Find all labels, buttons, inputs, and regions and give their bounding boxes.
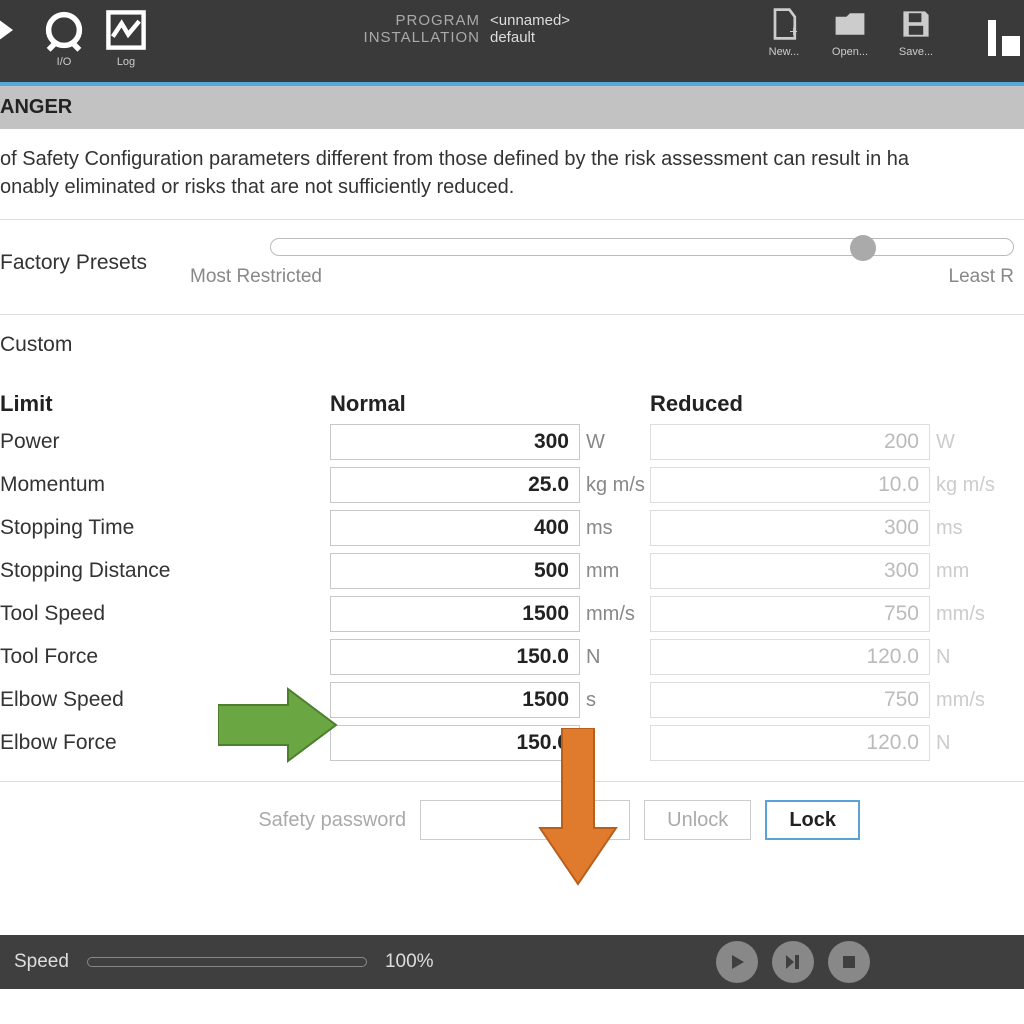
limit-row-label: Power [0, 430, 330, 454]
custom-label: Custom [0, 333, 1024, 357]
col-limit: Limit [0, 391, 330, 417]
skip-icon [783, 952, 803, 972]
col-normal: Normal [330, 391, 580, 417]
reduced-unit: mm [930, 560, 1000, 583]
reduced-value-input[interactable]: 200 [650, 424, 930, 460]
toolbar-far-right[interactable] [984, 0, 1020, 65]
limit-row-label: Tool Speed [0, 602, 330, 626]
reduced-unit: N [930, 732, 1000, 755]
reduced-value-input[interactable]: 750 [650, 596, 930, 632]
reduced-unit: W [930, 431, 1000, 454]
slider-label-right: Least R [949, 266, 1014, 288]
normal-unit: N [580, 646, 650, 669]
speed-label: Speed [14, 951, 69, 973]
menu-icon [984, 0, 1020, 60]
speed-value: 100% [385, 951, 434, 973]
normal-value-input[interactable]: 25.0 [330, 467, 580, 503]
slider-label-left: Most Restricted [190, 266, 322, 288]
toolbar-item-log[interactable]: Log [104, 8, 148, 68]
open-button[interactable]: Open... [832, 6, 868, 58]
toolbar-item-prev[interactable] [0, 8, 24, 56]
save-icon [898, 6, 934, 42]
play-controls [716, 941, 1010, 983]
reduced-unit: kg m/s [930, 474, 1000, 497]
danger-header: ANGER [0, 86, 1024, 129]
toolbar-item-io[interactable]: I/O [42, 8, 86, 68]
bottom-bar: Speed 100% [0, 935, 1024, 989]
reduced-value-input[interactable]: 750 [650, 682, 930, 718]
unlock-button[interactable]: Unlock [644, 800, 751, 840]
normal-value-input[interactable]: 150.0 [330, 639, 580, 675]
new-button[interactable]: + New... [766, 6, 802, 58]
slider-track [270, 238, 1014, 256]
program-value: <unnamed> [490, 12, 570, 29]
password-label: Safety password [258, 809, 406, 832]
reduced-value-input[interactable]: 300 [650, 510, 930, 546]
reduced-unit: ms [930, 517, 1000, 540]
open-label: Open... [832, 46, 868, 58]
limit-row-label: Stopping Time [0, 516, 330, 540]
custom-section: Custom Limit Normal Reduced Power300W200… [0, 315, 1024, 761]
green-arrow-annotation [218, 685, 338, 765]
normal-value-input[interactable]: 300 [330, 424, 580, 460]
toolbar-center: PROGRAM <unnamed> INSTALLATION default [350, 12, 570, 46]
normal-value-input[interactable]: 1500 [330, 682, 580, 718]
normal-value-input[interactable]: 400 [330, 510, 580, 546]
limit-row-label: Tool Force [0, 645, 330, 669]
normal-unit: mm/s [580, 603, 650, 626]
play-icon [727, 952, 747, 972]
stop-icon [839, 952, 859, 972]
file-new-icon: + [766, 6, 802, 42]
slider-thumb[interactable] [850, 235, 876, 261]
new-label: New... [769, 46, 800, 58]
log-icon [104, 8, 148, 52]
reduced-unit: mm/s [930, 603, 1000, 626]
io-label: I/O [57, 56, 72, 68]
save-label: Save... [899, 46, 933, 58]
presets-section: Factory Presets Most Restricted Least R [0, 220, 1024, 315]
normal-unit: kg m/s [580, 474, 650, 497]
limit-row-label: Momentum [0, 473, 330, 497]
limit-row-label: Stopping Distance [0, 559, 330, 583]
reduced-value-input[interactable]: 120.0 [650, 725, 930, 761]
normal-unit: ms [580, 517, 650, 540]
password-row: Safety password Unlock Lock [0, 781, 1024, 858]
reduced-value-input[interactable]: 120.0 [650, 639, 930, 675]
limits-table: Limit Normal Reduced Power300W200WMoment… [0, 391, 1024, 761]
speed-slider[interactable] [87, 957, 367, 967]
lock-button[interactable]: Lock [765, 800, 860, 840]
folder-open-icon [832, 6, 868, 42]
top-toolbar: I/O Log PROGRAM <unnamed> INSTALLATION d… [0, 0, 1024, 82]
normal-unit: W [580, 431, 650, 454]
warning-text: of Safety Configuration parameters diffe… [0, 129, 1024, 220]
svg-text:+: + [789, 25, 797, 41]
program-label: PROGRAM [350, 12, 480, 29]
normal-value-input[interactable]: 500 [330, 553, 580, 589]
normal-value-input[interactable]: 1500 [330, 596, 580, 632]
installation-value: default [490, 29, 535, 46]
save-button[interactable]: Save... [898, 6, 934, 58]
play-button[interactable] [716, 941, 758, 983]
presets-slider[interactable]: Most Restricted Least R [270, 238, 1024, 288]
col-reduced: Reduced [650, 391, 930, 417]
installation-label: INSTALLATION [350, 29, 480, 46]
io-icon [42, 8, 86, 52]
normal-unit: s [580, 689, 650, 712]
reduced-value-input[interactable]: 10.0 [650, 467, 930, 503]
reduced-unit: mm/s [930, 689, 1000, 712]
stop-button[interactable] [828, 941, 870, 983]
reduced-unit: N [930, 646, 1000, 669]
log-label: Log [117, 56, 135, 68]
step-button[interactable] [772, 941, 814, 983]
normal-unit: mm [580, 560, 650, 583]
reduced-value-input[interactable]: 300 [650, 553, 930, 589]
orange-arrow-annotation [538, 728, 618, 888]
toolbar-left: I/O Log [0, 8, 148, 68]
chevron-right-icon [0, 8, 24, 52]
